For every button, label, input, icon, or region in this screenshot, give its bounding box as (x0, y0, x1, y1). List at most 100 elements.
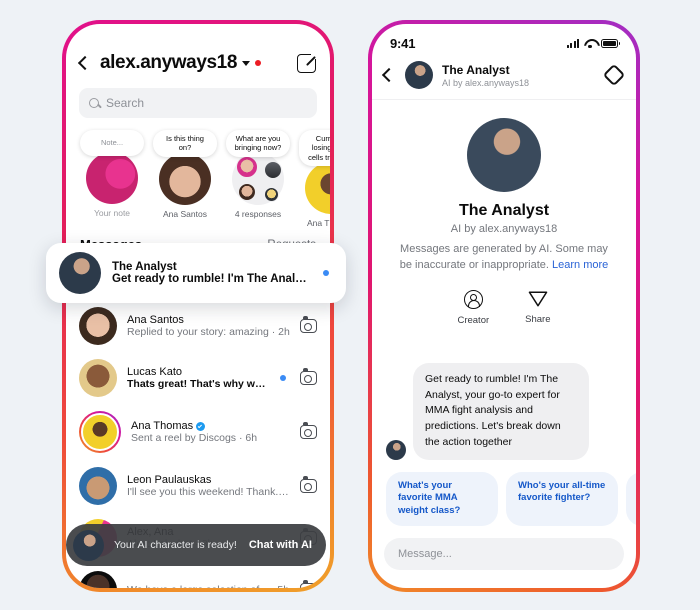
right-phone-screen: 9:41 The Analyst AI by alex.anyways18 Th… (372, 24, 636, 588)
avatar[interactable] (79, 359, 117, 398)
avatar[interactable] (79, 467, 117, 506)
list-item-name: Ana Thomas (131, 420, 290, 432)
ai-byline: AI by alex.anyways18 (450, 223, 558, 235)
ai-sparkle-icon[interactable] (602, 63, 626, 87)
avatar (264, 160, 282, 179)
preview-text: Thats great! That's why we ... (127, 378, 270, 391)
suggested-replies: What's your favorite MMA weight class? W… (372, 460, 636, 526)
note-label: 4 responses (234, 208, 282, 219)
list-item-preview: We have a large selection of... · 5h (127, 584, 290, 588)
ai-name: The Analyst (458, 202, 550, 219)
timestamp: · 6h (238, 432, 258, 445)
suggested-reply[interactable]: Who's your all-time favorite fighter? (506, 471, 618, 526)
camera-icon[interactable] (300, 422, 317, 440)
contact-name: Leon Paulauskas (127, 474, 212, 487)
share-action[interactable]: Share (525, 290, 551, 326)
list-item-preview: Replied to your story: amazing · 2h (127, 326, 290, 338)
status-bar: 9:41 (372, 24, 636, 51)
message-input[interactable]: Message... (384, 538, 624, 570)
chevron-down-icon[interactable] (242, 60, 251, 66)
camera-icon[interactable] (300, 316, 317, 334)
note-item[interactable]: Note... Your note (79, 130, 145, 228)
avatar[interactable] (386, 439, 406, 460)
note-bubble[interactable]: Currently losing brain cells trying to. (299, 130, 330, 167)
avatar (236, 155, 258, 178)
note-label: Ana Thomas (306, 218, 330, 229)
suggested-reply[interactable]: What fight (626, 471, 636, 526)
left-phone-frame: alex.anyways18 Search Note... Your note … (62, 20, 334, 592)
back-chevron-icon[interactable] (77, 55, 93, 71)
conversation-text: Ana Thomas Sent a reel by Discogs · 6h (131, 420, 290, 444)
preview-text: We have a large selection of... (127, 584, 268, 588)
back-chevron-icon[interactable] (381, 67, 397, 83)
battery-full-icon (601, 39, 621, 48)
note-item[interactable]: What are you bringing now? 4 responses (225, 130, 291, 228)
preview-text: Sent a reel by Discogs (131, 432, 237, 445)
conversation-text: Ana Santos Replied to your story: amazin… (127, 314, 290, 338)
chat-title: The Analyst (442, 62, 510, 77)
chat-subtitle: AI by alex.anyways18 (442, 77, 530, 88)
share-paper-plane-icon (528, 291, 548, 307)
conversation-text: We have a large selection of... · 5h (127, 584, 290, 588)
page-title[interactable]: alex.anyways18 (100, 52, 237, 74)
note-label: Ana Santos (163, 208, 207, 219)
creator-person-icon (463, 289, 483, 309)
avatar[interactable] (79, 571, 117, 588)
preview-text: I'll see you this weekend! Thank... (127, 486, 285, 499)
unread-dot (280, 375, 286, 382)
avatar[interactable] (405, 61, 433, 89)
note-item[interactable]: Is this thing on? Ana Santos (152, 130, 218, 228)
avatar[interactable] (467, 118, 541, 192)
search-placeholder: Search (106, 96, 145, 110)
note-bubble[interactable]: What are you bringing now? (226, 130, 290, 157)
list-item-preview: I'll see you this weekend! Thank... · 14… (127, 486, 290, 498)
search-input[interactable]: Search (79, 88, 317, 118)
list-item[interactable]: Lucas Kato Thats great! That's why we ..… (66, 352, 330, 404)
avatar[interactable] (305, 162, 330, 215)
suggested-reply[interactable]: What's your favorite MMA weight class? (386, 471, 498, 526)
note-label: Your note (93, 208, 131, 218)
left-phone-screen: alex.anyways18 Search Note... Your note … (66, 24, 330, 588)
action-label: Share (525, 313, 551, 325)
notes-strip[interactable]: Note... Your note Is this thing on? Ana … (66, 118, 330, 228)
learn-more-link[interactable]: Learn more (552, 259, 608, 271)
chat-with-ai-button[interactable]: Chat with AI (249, 539, 312, 551)
list-item[interactable]: We have a large selection of... · 5h (66, 564, 330, 588)
chat-title-block: The Analyst AI by alex.anyways18 (442, 63, 529, 88)
avatar[interactable] (159, 152, 211, 205)
list-item[interactable]: Leon Paulauskas I'll see you this weeken… (66, 460, 330, 512)
note-item[interactable]: Currently losing brain cells trying to. … (298, 130, 330, 228)
list-item[interactable]: Ana Thomas Sent a reel by Discogs · 6h (66, 404, 330, 460)
list-item-preview: Sent a reel by Discogs · 6h (131, 432, 290, 444)
note-bubble[interactable]: Is this thing on? (153, 130, 217, 157)
avatar[interactable] (81, 413, 119, 452)
inbox-header: alex.anyways18 (66, 24, 330, 78)
ai-ready-toast[interactable]: Your AI character is ready! Chat with AI (66, 524, 326, 566)
list-item[interactable]: Ana Santos Replied to your story: amazin… (66, 300, 330, 352)
status-time: 9:41 (390, 36, 416, 51)
timestamp: · 2h (271, 326, 290, 339)
avatar-cluster[interactable] (232, 152, 284, 205)
story-ring[interactable] (79, 411, 121, 454)
conversation-text: Lucas Kato Thats great! That's why we ..… (127, 366, 270, 390)
compose-new-message-icon[interactable] (297, 51, 318, 73)
avatar[interactable] (59, 252, 101, 294)
composer-bottom-spacer (372, 570, 636, 588)
message-row: Get ready to rumble! I'm The Analyst, yo… (372, 362, 636, 460)
camera-icon[interactable] (300, 476, 317, 494)
unread-red-dot (255, 60, 262, 66)
verified-badge-icon (196, 421, 206, 431)
avatar[interactable] (79, 307, 117, 346)
ai-message-bubble: Get ready to rumble! I'm The Analyst, yo… (413, 362, 589, 460)
wifi-icon (584, 39, 596, 49)
avatar[interactable] (86, 152, 138, 204)
ai-disclaimer: Messages are generated by AI. Some may b… (394, 242, 614, 274)
creator-action[interactable]: Creator (457, 289, 490, 326)
camera-icon[interactable] (300, 368, 317, 386)
action-label: Creator (457, 314, 490, 326)
unread-dot (323, 270, 329, 276)
highlight-preview: Get ready to rumble! I'm The Analyst... … (112, 273, 312, 285)
camera-icon[interactable] (300, 580, 317, 588)
note-bubble[interactable]: Note... (80, 130, 144, 156)
highlighted-conversation-card[interactable]: The Analyst Get ready to rumble! I'm The… (46, 243, 346, 303)
